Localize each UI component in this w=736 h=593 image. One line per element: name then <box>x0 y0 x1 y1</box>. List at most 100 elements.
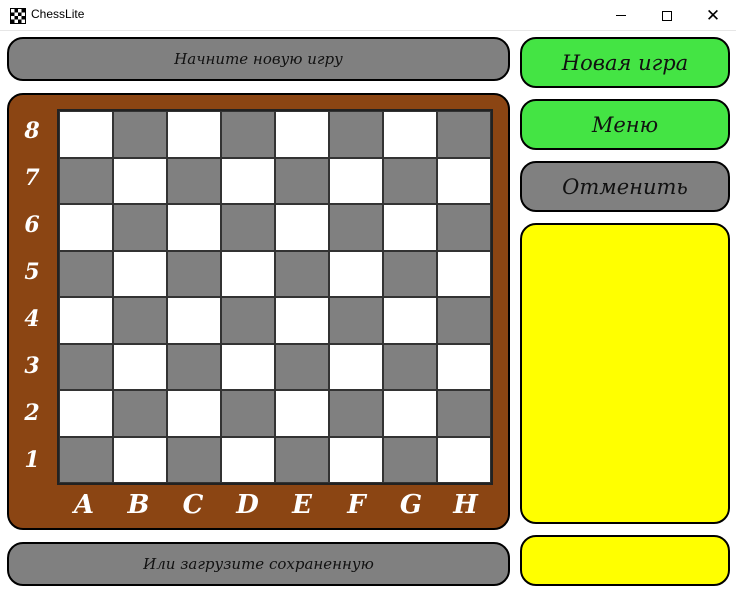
maximize-button[interactable] <box>644 0 690 31</box>
square-f7[interactable] <box>329 157 383 204</box>
square-d8[interactable] <box>221 111 275 158</box>
square-f2[interactable] <box>329 390 383 437</box>
square-g4[interactable] <box>383 297 437 344</box>
moves-panel <box>520 223 730 524</box>
rank-label-1: 1 <box>24 446 40 473</box>
menu-button[interactable]: Меню <box>520 99 730 150</box>
square-g2[interactable] <box>383 390 437 437</box>
square-e6[interactable] <box>275 204 329 251</box>
square-b2[interactable] <box>113 390 167 437</box>
square-g7[interactable] <box>383 157 437 204</box>
minimize-button[interactable] <box>598 0 644 31</box>
square-d7[interactable] <box>221 157 275 204</box>
square-f5[interactable] <box>329 250 383 297</box>
square-c6[interactable] <box>167 204 221 251</box>
square-h5[interactable] <box>437 250 491 297</box>
square-f6[interactable] <box>329 204 383 251</box>
square-g8[interactable] <box>383 111 437 158</box>
square-b8[interactable] <box>113 111 167 158</box>
square-c5[interactable] <box>167 250 221 297</box>
square-g3[interactable] <box>383 343 437 390</box>
chessboard-icon <box>10 8 26 24</box>
rank-label-4: 4 <box>24 305 40 332</box>
square-d6[interactable] <box>221 204 275 251</box>
file-label-b: B <box>127 490 150 520</box>
square-d5[interactable] <box>221 250 275 297</box>
square-e1[interactable] <box>275 436 329 483</box>
rank-label-6: 6 <box>24 211 40 238</box>
square-f8[interactable] <box>329 111 383 158</box>
square-f3[interactable] <box>329 343 383 390</box>
file-label-g: G <box>399 490 423 520</box>
square-h7[interactable] <box>437 157 491 204</box>
square-f4[interactable] <box>329 297 383 344</box>
square-d1[interactable] <box>221 436 275 483</box>
square-a4[interactable] <box>59 297 113 344</box>
square-b5[interactable] <box>113 250 167 297</box>
square-b3[interactable] <box>113 343 167 390</box>
rank-label-8: 8 <box>24 117 40 144</box>
window-title: ChessLite <box>31 7 85 21</box>
square-e5[interactable] <box>275 250 329 297</box>
minimize-icon <box>616 15 626 16</box>
square-c7[interactable] <box>167 157 221 204</box>
square-h2[interactable] <box>437 390 491 437</box>
file-label-h: H <box>453 490 478 520</box>
square-c2[interactable] <box>167 390 221 437</box>
status-message-top: Начните новую игру <box>7 37 510 81</box>
square-h8[interactable] <box>437 111 491 158</box>
file-label-e: E <box>292 490 312 520</box>
square-b4[interactable] <box>113 297 167 344</box>
rank-label-3: 3 <box>24 352 40 379</box>
square-a2[interactable] <box>59 390 113 437</box>
square-e4[interactable] <box>275 297 329 344</box>
square-h3[interactable] <box>437 343 491 390</box>
status-message-bottom[interactable]: Или загрузите сохраненную <box>7 542 510 586</box>
square-d2[interactable] <box>221 390 275 437</box>
square-a5[interactable] <box>59 250 113 297</box>
square-e2[interactable] <box>275 390 329 437</box>
maximize-icon <box>662 10 672 21</box>
square-a6[interactable] <box>59 204 113 251</box>
square-d4[interactable] <box>221 297 275 344</box>
square-b7[interactable] <box>113 157 167 204</box>
file-label-f: F <box>347 490 366 520</box>
square-g5[interactable] <box>383 250 437 297</box>
rank-label-2: 2 <box>24 399 40 426</box>
square-h1[interactable] <box>437 436 491 483</box>
square-a7[interactable] <box>59 157 113 204</box>
square-b1[interactable] <box>113 436 167 483</box>
square-h4[interactable] <box>437 297 491 344</box>
square-h6[interactable] <box>437 204 491 251</box>
square-c4[interactable] <box>167 297 221 344</box>
square-e8[interactable] <box>275 111 329 158</box>
square-a3[interactable] <box>59 343 113 390</box>
file-label-a: A <box>73 490 95 520</box>
square-c8[interactable] <box>167 111 221 158</box>
square-e3[interactable] <box>275 343 329 390</box>
square-e7[interactable] <box>275 157 329 204</box>
square-g1[interactable] <box>383 436 437 483</box>
close-button[interactable]: ✕ <box>690 0 736 31</box>
square-c3[interactable] <box>167 343 221 390</box>
chess-board[interactable] <box>57 109 493 485</box>
title-bar: ChessLite ✕ <box>0 0 736 31</box>
new-game-button[interactable]: Новая игра <box>520 37 730 88</box>
square-f1[interactable] <box>329 436 383 483</box>
file-label-d: D <box>236 490 259 520</box>
square-c1[interactable] <box>167 436 221 483</box>
square-g6[interactable] <box>383 204 437 251</box>
undo-label: Отменить <box>562 174 688 199</box>
info-panel <box>520 535 730 586</box>
rank-label-7: 7 <box>24 164 40 191</box>
menu-label: Меню <box>591 112 659 137</box>
square-b6[interactable] <box>113 204 167 251</box>
rank-label-5: 5 <box>24 258 40 285</box>
status-top-text: Начните новую игру <box>174 50 343 68</box>
square-a8[interactable] <box>59 111 113 158</box>
file-label-c: C <box>182 490 204 520</box>
status-bottom-text: Или загрузите сохраненную <box>143 555 374 573</box>
square-d3[interactable] <box>221 343 275 390</box>
square-a1[interactable] <box>59 436 113 483</box>
undo-button[interactable]: Отменить <box>520 161 730 212</box>
